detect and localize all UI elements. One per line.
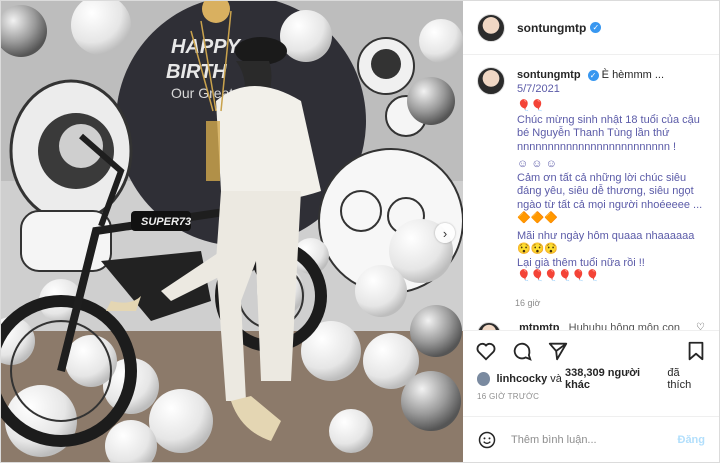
verified-badge-icon: ✓ — [587, 69, 599, 81]
heart-icon[interactable] — [475, 340, 497, 362]
avatar[interactable] — [477, 13, 505, 42]
photo-scene: HAPPY BIRTH Our Greatest — [1, 1, 463, 462]
add-comment-bar: Đăng — [463, 416, 719, 462]
post-comment-button[interactable]: Đăng — [678, 434, 706, 446]
caption-greeting: È hèmmm ... — [601, 69, 665, 81]
caption: sontungmtp ✓ È hèmmm ... 5/7/2021 🎈🎈 Chú… — [477, 67, 705, 288]
caption-emoji-5: 🎈🎈🎈🎈🎈🎈 — [517, 270, 600, 282]
post-header: sontungmtp ✓ — [463, 1, 719, 55]
verified-badge-icon: ✓ — [590, 22, 602, 33]
bike-brand-text: SUPER73 — [141, 216, 191, 228]
comment-username[interactable]: _mtpmtp_ — [513, 322, 566, 331]
caption-line-3: Mãi như ngày hôm quaaa nhaaaaaa — [517, 229, 695, 242]
likes-line: linhcocky và 338,309 người khác đã thích — [463, 367, 719, 391]
post-photo[interactable]: HAPPY BIRTH Our Greatest — [1, 1, 463, 462]
caption-emoji-1: 🎈🎈 — [517, 100, 545, 112]
comment-item: _mtpmtp_ Huhuhu hông môn con mất luôn câ… — [477, 321, 705, 331]
caption-emoji-3: 🔶🔶🔶 — [517, 212, 559, 224]
comment-like-icon[interactable]: ♡ — [696, 322, 705, 331]
caption-time[interactable]: 16 giờ — [515, 298, 705, 308]
bookmark-icon[interactable] — [685, 340, 707, 362]
caption-line-4: Lại già thêm tuổi nữa rồi !! — [517, 256, 645, 269]
caption-emoji-2: ☺ ☺ ☺ — [517, 158, 557, 170]
caption-emoji-4: 😯😯😯 — [517, 243, 559, 255]
caption-line-2: Cảm ơn tất cả những lời chúc siêu đáng y… — [517, 171, 703, 211]
caption-line-1: Chúc mừng sinh nhật 18 tuổi của cậu bé N… — [517, 113, 700, 153]
caption-body: sontungmtp ✓ È hèmmm ... 5/7/2021 🎈🎈 Chú… — [517, 69, 705, 288]
caption-username[interactable]: sontungmtp — [517, 69, 581, 81]
share-icon[interactable] — [547, 340, 569, 362]
post-sidebar: sontungmtp ✓ sontungmtp ✓ È hèmmm ... 5/… — [463, 1, 719, 462]
likes-joiner: và — [550, 373, 562, 385]
action-bar — [463, 330, 719, 370]
comments-area: sontungmtp ✓ È hèmmm ... 5/7/2021 🎈🎈 Chú… — [463, 55, 719, 330]
banner-text-2: BIRTH — [166, 61, 227, 83]
post-time[interactable]: 16 GIỜ TRƯỚC — [463, 388, 719, 408]
comment-text: _mtpmtp_ Huhuhu hông môn con mất luôn câ… — [513, 322, 691, 331]
next-photo-button[interactable]: › — [435, 223, 455, 243]
liker-avatar[interactable] — [477, 372, 491, 386]
header-username[interactable]: sontungmtp — [517, 21, 586, 35]
caption-date: 5/7/2021 — [517, 82, 560, 95]
post-container: HAPPY BIRTH Our Greatest — [0, 0, 720, 463]
emoji-icon[interactable] — [477, 430, 497, 450]
liker-username[interactable]: linhcocky — [496, 373, 547, 385]
caption-avatar[interactable] — [477, 67, 505, 95]
comment-input[interactable] — [509, 432, 666, 447]
comment-avatar[interactable] — [477, 321, 501, 330]
comment-icon[interactable] — [511, 340, 533, 362]
